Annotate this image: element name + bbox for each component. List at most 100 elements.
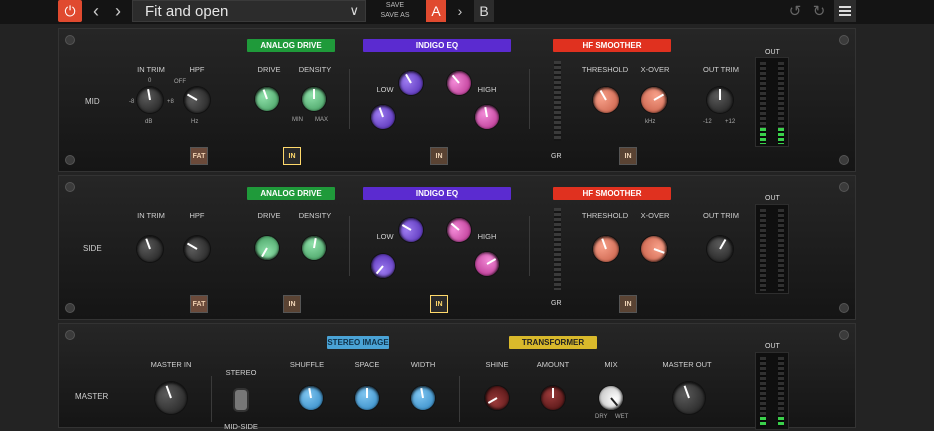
divider	[349, 216, 350, 276]
high-gain-knob[interactable]	[473, 103, 501, 131]
out-label: OUT	[765, 49, 780, 56]
divider	[459, 376, 460, 422]
indigo-eq-in-button[interactable]: IN	[430, 147, 448, 165]
high-label: HIGH	[477, 85, 497, 94]
screw	[839, 303, 849, 313]
preset-b-button[interactable]: B	[474, 0, 494, 22]
analog-drive-tag[interactable]: ANALOG DRIVE	[247, 187, 335, 200]
divider	[529, 216, 530, 276]
in-trim-knob[interactable]	[133, 232, 167, 266]
menu-button[interactable]	[834, 0, 856, 22]
low-gain-knob[interactable]	[367, 101, 399, 133]
density-knob[interactable]	[300, 234, 328, 262]
gr-label: GR	[551, 153, 562, 160]
undo-button[interactable]: ↺	[784, 0, 806, 22]
screw	[839, 182, 849, 192]
tick: DRY	[595, 414, 608, 420]
save-button[interactable]: SAVE	[370, 1, 420, 11]
xover-knob[interactable]	[636, 82, 672, 118]
amount-label: AMOUNT	[536, 360, 570, 369]
width-knob[interactable]	[409, 384, 437, 412]
master-out-meter	[755, 352, 789, 430]
drive-knob[interactable]	[250, 231, 284, 265]
next-preset-button[interactable]: ›	[108, 0, 128, 22]
shine-knob[interactable]	[480, 381, 514, 415]
amount-knob[interactable]	[541, 386, 565, 410]
low-freq-knob[interactable]	[394, 66, 428, 100]
fat-button[interactable]: FAT	[190, 147, 208, 165]
mix-knob[interactable]	[594, 381, 628, 415]
out-trim-label: OUT TRIM	[703, 65, 739, 74]
screw	[839, 35, 849, 45]
tick: Hz	[191, 119, 199, 125]
preset-dropdown[interactable]: Fit and open ∨	[132, 0, 366, 22]
stereo-mid-side-toggle[interactable]	[235, 390, 247, 410]
space-knob[interactable]	[355, 386, 379, 410]
hpf-knob[interactable]	[179, 82, 215, 118]
mid-label: MID	[85, 97, 100, 106]
stereo-image-tag[interactable]: STEREO IMAGE	[327, 336, 389, 349]
in-trim-knob[interactable]	[134, 84, 166, 116]
hf-smoother-in-button[interactable]: IN	[619, 147, 637, 165]
low-label: LOW	[376, 232, 394, 241]
width-label: WIDTH	[410, 360, 436, 369]
master-out-knob[interactable]	[668, 377, 710, 419]
tick: dB	[145, 119, 153, 125]
master-in-knob[interactable]	[150, 377, 192, 419]
high-freq-knob[interactable]	[442, 66, 476, 100]
threshold-knob[interactable]	[589, 232, 623, 266]
screw	[65, 330, 75, 340]
xover-label: X-OVER	[640, 65, 670, 74]
shine-label: SHINE	[485, 360, 509, 369]
high-label: HIGH	[477, 232, 497, 241]
stereo-label: STEREO	[225, 368, 257, 377]
analog-drive-in-button[interactable]: IN	[283, 295, 301, 313]
redo-button[interactable]: ↻	[808, 0, 830, 22]
mid-side-label: MID-SIDE	[224, 422, 258, 431]
hf-smoother-in-button[interactable]: IN	[619, 295, 637, 313]
out-trim-knob[interactable]	[702, 231, 738, 267]
xover-label: X-OVER	[640, 211, 670, 220]
tick: MIN	[292, 117, 303, 123]
hf-smoother-tag[interactable]: HF SMOOTHER	[553, 187, 671, 200]
gr-meter	[554, 61, 561, 141]
density-label: DENSITY	[298, 211, 332, 220]
transformer-tag[interactable]: TRANSFORMER	[509, 336, 597, 349]
fat-button[interactable]: FAT	[190, 295, 208, 313]
high-freq-knob[interactable]	[442, 213, 476, 247]
save-as-button[interactable]: SAVE AS	[370, 11, 420, 21]
indigo-eq-tag[interactable]: INDIGO EQ	[363, 187, 511, 200]
out-label: OUT	[765, 343, 780, 350]
indigo-eq-tag[interactable]: INDIGO EQ	[363, 39, 511, 52]
copy-ab-button[interactable]: ›	[450, 0, 470, 22]
threshold-knob[interactable]	[588, 82, 624, 118]
prev-preset-button[interactable]: ‹	[86, 0, 106, 22]
density-label: DENSITY	[298, 65, 332, 74]
shuffle-label: SHUFFLE	[289, 360, 325, 369]
power-button[interactable]: ⏻	[58, 0, 82, 22]
preset-a-button[interactable]: A	[426, 0, 446, 22]
indigo-eq-in-button[interactable]: IN	[430, 295, 448, 313]
high-gain-knob[interactable]	[470, 247, 504, 281]
hpf-knob[interactable]	[179, 231, 215, 267]
analog-drive-tag[interactable]: ANALOG DRIVE	[247, 39, 335, 52]
low-gain-knob[interactable]	[366, 249, 400, 283]
gr-meter	[554, 208, 561, 290]
out-trim-knob[interactable]	[707, 87, 733, 113]
mix-label: MIX	[604, 360, 618, 369]
hpf-label: HPF	[189, 65, 205, 74]
hf-smoother-tag[interactable]: HF SMOOTHER	[553, 39, 671, 52]
toolbar: ⏻ ‹ › Fit and open ∨ SAVE SAVE AS A › B …	[0, 0, 934, 24]
shuffle-knob[interactable]	[297, 384, 325, 412]
chevron-down-icon: ∨	[349, 3, 359, 18]
xover-knob[interactable]	[637, 232, 671, 266]
out-trim-label: OUT TRIM	[703, 211, 739, 220]
low-freq-knob[interactable]	[394, 213, 428, 247]
power-icon: ⏻	[64, 2, 76, 19]
screw	[65, 182, 75, 192]
drive-knob[interactable]	[251, 83, 283, 115]
divider	[211, 376, 212, 422]
analog-drive-in-button[interactable]: IN	[283, 147, 301, 165]
out-meter	[755, 204, 789, 294]
density-knob[interactable]	[302, 87, 326, 111]
